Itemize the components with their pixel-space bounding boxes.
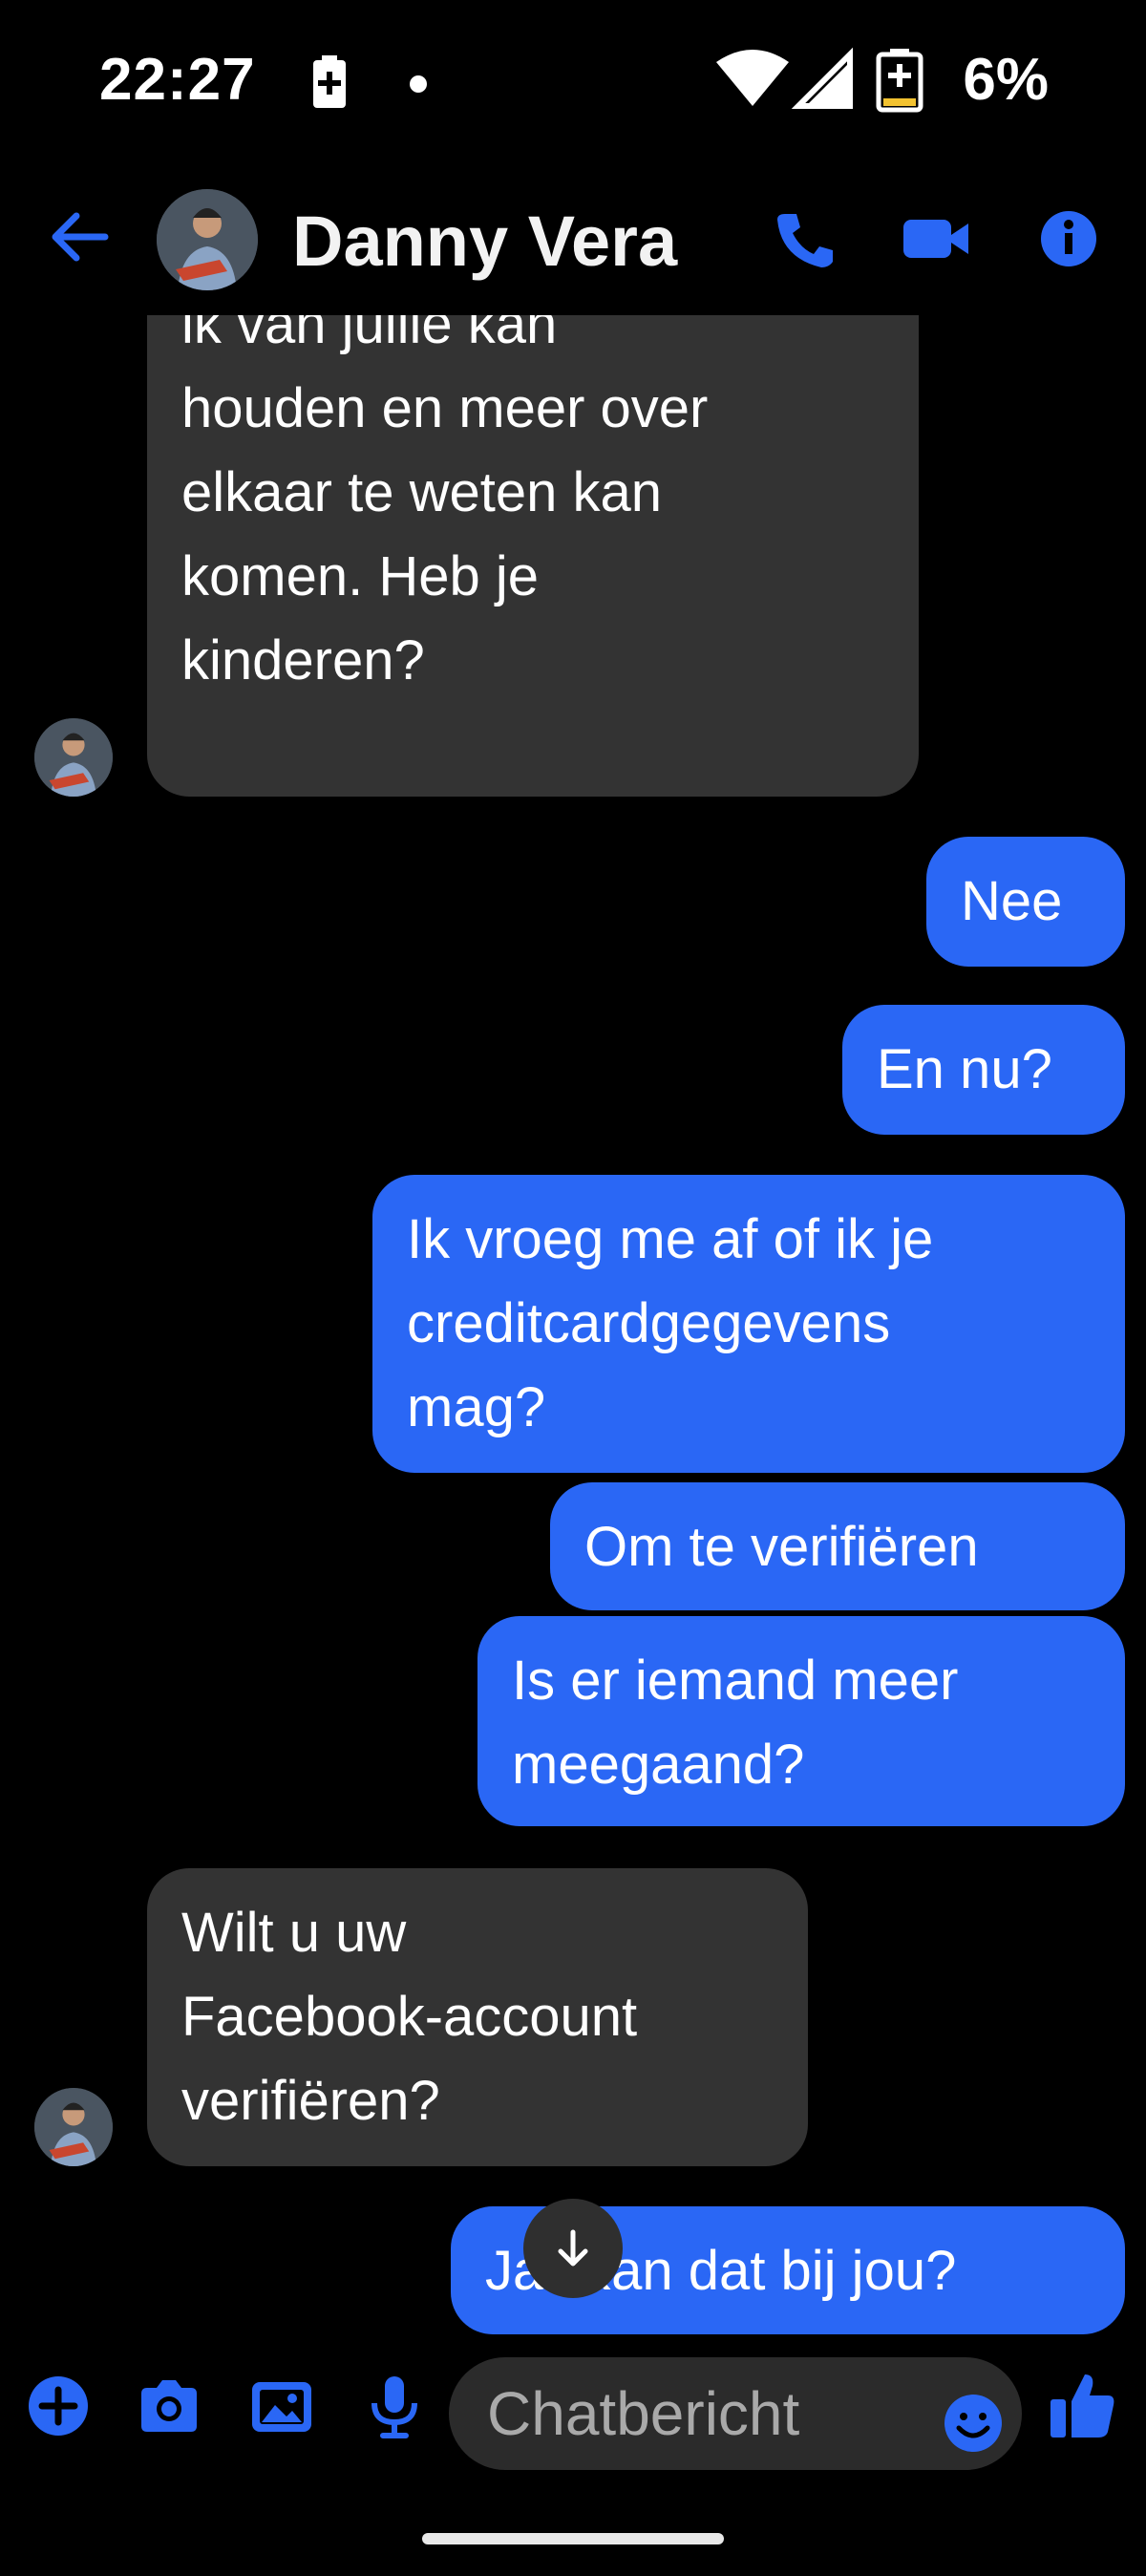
voice-call-button[interactable] [772, 208, 838, 269]
back-arrow-icon [52, 212, 109, 262]
gallery-icon [252, 2382, 311, 2432]
outgoing-message[interactable]: En nu? [842, 1005, 1125, 1135]
video-call-icon [903, 220, 968, 258]
battery-saver-icon [313, 55, 346, 108]
like-button[interactable] [1045, 2367, 1115, 2438]
contact-avatar[interactable] [157, 189, 258, 290]
thumbs-up-icon [1050, 2374, 1114, 2438]
info-icon [1041, 211, 1096, 266]
conversation-header: Danny Vera [0, 162, 1146, 315]
outgoing-message[interactable]: Om te verifiëren [550, 1482, 1125, 1610]
video-call-button[interactable] [900, 208, 968, 269]
outgoing-message[interactable]: Ik vroeg me af of ik je creditcardgegeve… [372, 1175, 1125, 1473]
incoming-message[interactable]: dus vergeef me, zodat ik van jullie kan … [147, 315, 919, 797]
conversation-info-button[interactable] [1035, 208, 1102, 269]
notification-dot-icon [410, 75, 427, 93]
gallery-button[interactable] [246, 2371, 317, 2441]
contact-name[interactable]: Danny Vera [292, 201, 677, 282]
camera-button[interactable] [134, 2371, 204, 2441]
status-time: 22:27 [99, 47, 256, 113]
message-list[interactable]: dus vergeef me, zodat ik van jullie kan … [0, 315, 1146, 2340]
outgoing-message[interactable]: Is er iemand meer meegaand? [478, 1616, 1125, 1826]
wifi-icon [716, 49, 790, 106]
emoji-icon [944, 2395, 1002, 2452]
microphone-icon [371, 2376, 417, 2438]
voice-message-button[interactable] [359, 2371, 430, 2441]
scroll-to-bottom-button[interactable] [523, 2199, 623, 2298]
more-actions-button[interactable] [23, 2371, 94, 2441]
status-bar: 22:27 6% [0, 0, 1146, 162]
camera-icon [141, 2380, 197, 2432]
plus-icon [29, 2376, 88, 2436]
home-indicator[interactable] [422, 2533, 724, 2544]
incoming-message[interactable]: Wilt u uw Facebook-account verifiëren? [147, 1868, 808, 2166]
emoji-button[interactable] [938, 2388, 1008, 2459]
arrow-down-icon [558, 2229, 588, 2267]
phone-icon [777, 214, 833, 267]
sender-avatar [34, 718, 113, 797]
outgoing-message[interactable]: Nee [926, 837, 1125, 967]
battery-percent: 6% [963, 47, 1049, 113]
back-button[interactable] [48, 208, 115, 266]
status-right: 6% [714, 46, 1049, 114]
battery-charging-icon [876, 48, 923, 112]
sender-avatar [34, 2088, 113, 2166]
message-composer: Chatbericht [0, 2340, 1146, 2483]
message-input[interactable]: Chatbericht [449, 2357, 1022, 2470]
status-left-icons [308, 53, 441, 124]
